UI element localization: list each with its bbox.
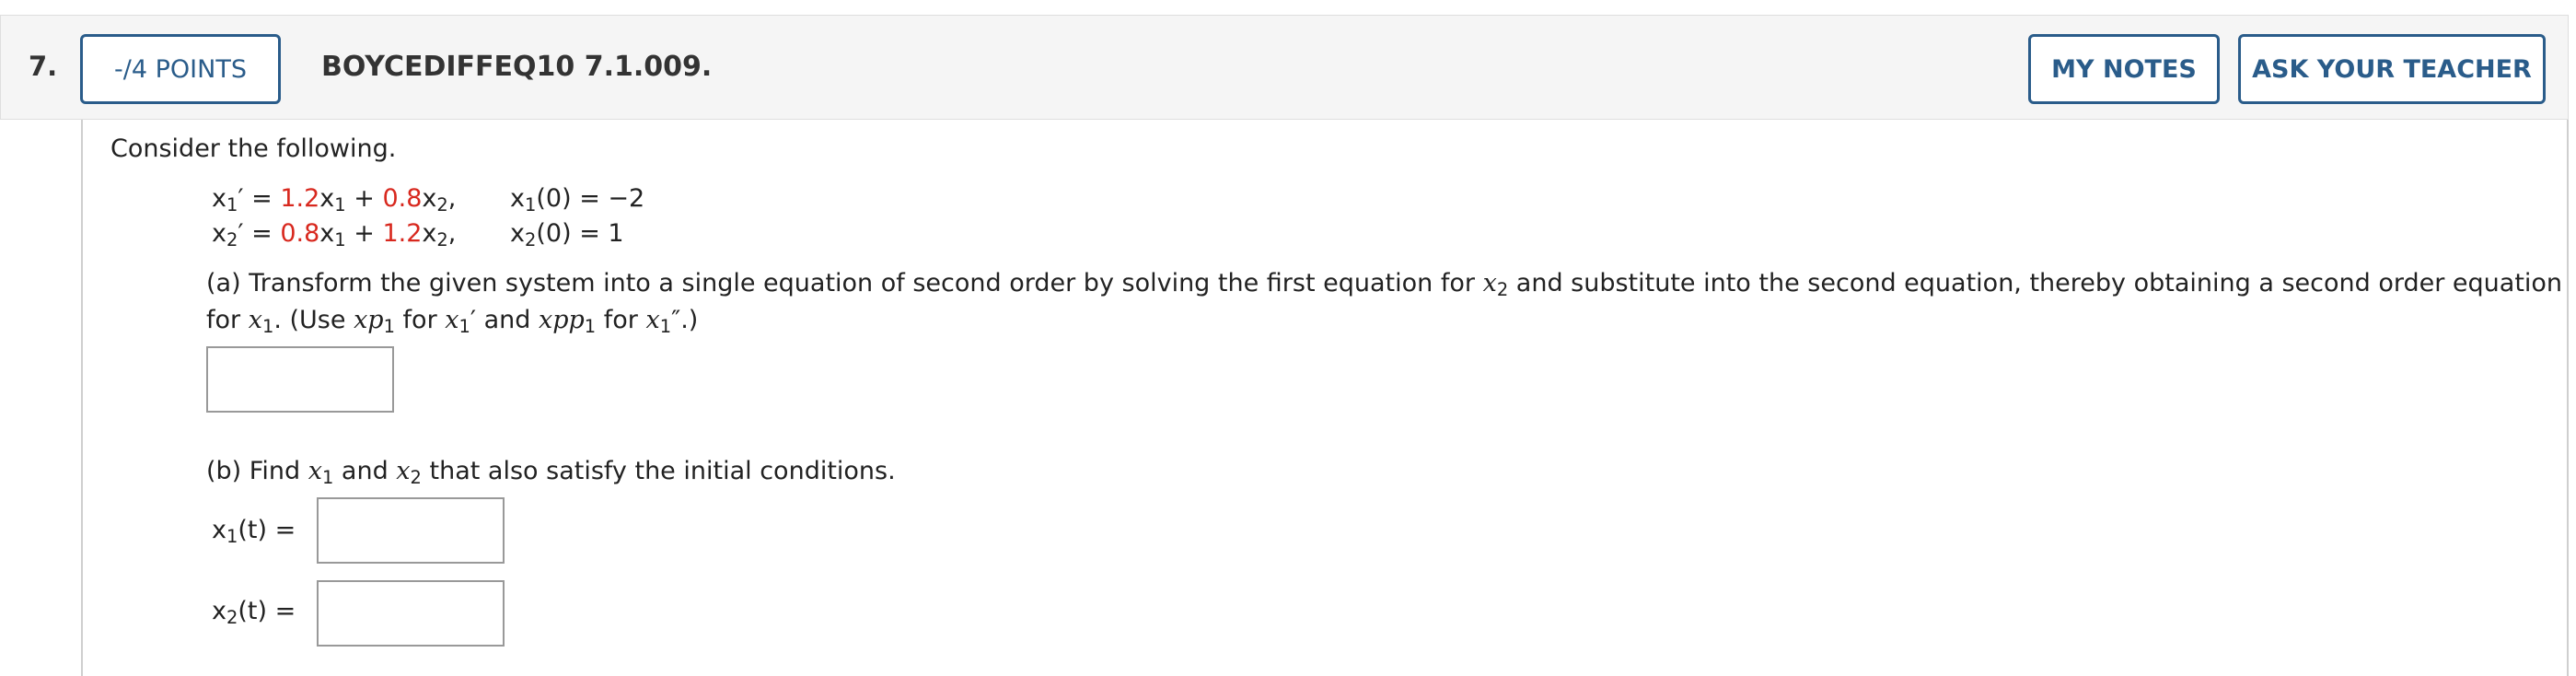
intro-text: Consider the following. <box>110 134 397 163</box>
part-a-answer-input[interactable] <box>206 346 394 413</box>
ask-teacher-button[interactable]: ASK YOUR TEACHER <box>2238 34 2546 104</box>
initial-condition-1: x1(0) = −2 <box>510 184 645 216</box>
coefficient: 0.8 <box>382 184 423 213</box>
question-code: BOYCEDIFFEQ10 7.1.009. <box>321 51 713 83</box>
part-a-line-2: for x1. (Use xp1 for x1′ and xpp1 for x1… <box>206 306 699 337</box>
part-a-line-1: (a) Transform the given system into a si… <box>206 269 2563 300</box>
question-body: Consider the following. x1′ = 1.2x1 + 0.… <box>81 120 2569 676</box>
initial-condition-2: x2(0) = 1 <box>510 219 624 251</box>
points-button[interactable]: -/4 POINTS <box>80 34 281 104</box>
x1-label: x1(t) = <box>212 516 296 547</box>
coefficient: 1.2 <box>280 184 320 213</box>
part-b-prompt: (b) Find x1 and x2 that also satisfy the… <box>206 457 896 488</box>
question-header: 7. -/4 POINTS BOYCEDIFFEQ10 7.1.009. MY … <box>0 15 2569 120</box>
x2-answer-input[interactable] <box>317 580 505 647</box>
equation-1: x1′ = 1.2x1 + 0.8x2, <box>212 184 457 216</box>
question-number: 7. <box>29 51 58 82</box>
equation-2: x2′ = 0.8x1 + 1.2x2, <box>212 219 457 251</box>
coefficient: 1.2 <box>382 219 423 248</box>
x1-answer-input[interactable] <box>317 497 505 564</box>
x2-label: x2(t) = <box>212 597 296 628</box>
coefficient: 0.8 <box>280 219 320 248</box>
my-notes-button[interactable]: MY NOTES <box>2028 34 2220 104</box>
